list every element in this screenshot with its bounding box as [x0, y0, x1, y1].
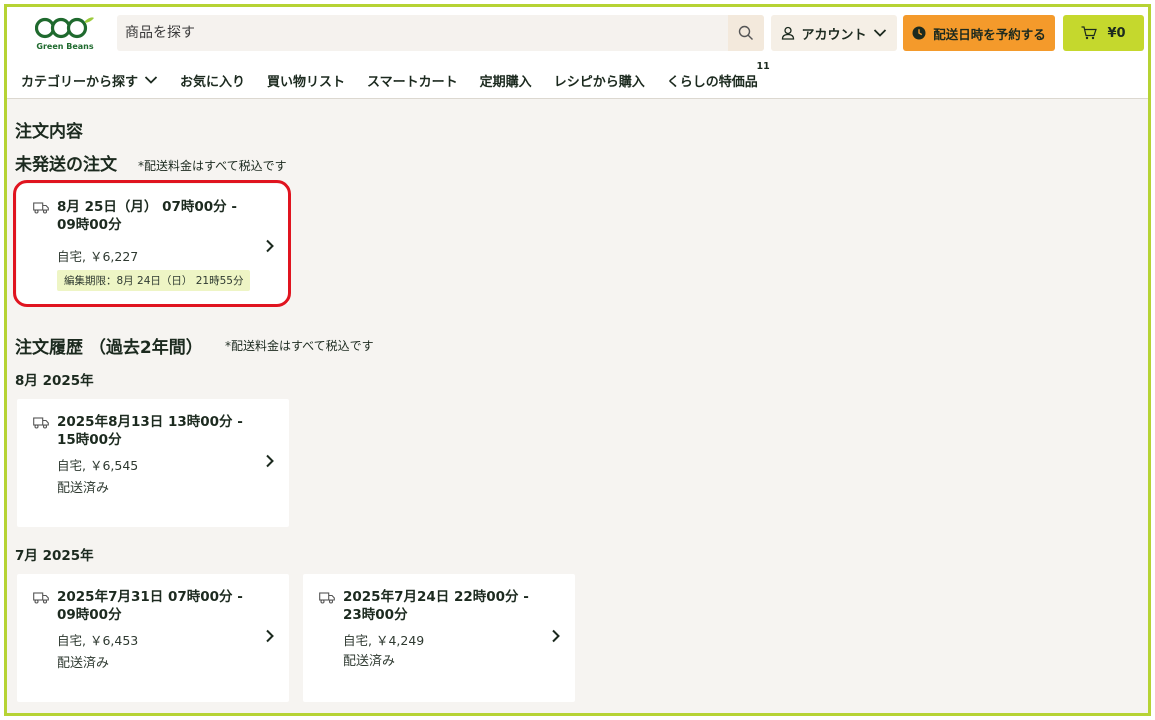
search-icon	[738, 25, 753, 40]
nav-item-label: レシピから購入	[553, 74, 645, 90]
nav-item-label: カテゴリーから探す	[21, 74, 139, 90]
order-status: 配送済み	[57, 481, 110, 496]
main-nav: カテゴリーから探す お気に入り 買い物リスト スマートカート 定期購入 レシピか…	[21, 61, 780, 91]
month-heading: 8月 2025年	[15, 373, 94, 389]
nav-item-label: スマートカート	[367, 74, 458, 90]
nav-item-label: くらしの特価品	[666, 74, 758, 90]
order-status: 配送済み	[343, 654, 396, 669]
nav-item-subscription[interactable]: 定期購入	[480, 71, 532, 90]
logo[interactable]: Green Beans	[33, 15, 97, 59]
history-order-card[interactable]: 2025年7月24日 22時00分 - 23時00分 自宅, ￥4,249 配送…	[303, 574, 575, 702]
order-delivery-window: 2025年8月13日 13時00分 - 15時00分	[57, 414, 243, 448]
account-label: アカウント	[801, 27, 867, 43]
deals-count-badge: 11	[756, 60, 770, 72]
chevron-right-icon	[266, 454, 274, 468]
site-header: Green Beans アカウント	[7, 7, 1148, 99]
history-order-card[interactable]: 2025年8月13日 13時00分 - 15時00分 自宅, ￥6,545 配送…	[17, 399, 289, 527]
pending-tax-note: *配送料金はすべて税込です	[138, 159, 287, 173]
chevron-right-icon	[266, 629, 274, 643]
nav-item-shopping-list[interactable]: 買い物リスト	[267, 71, 345, 90]
order-history-heading: 注文履歴 （過去2年間）	[15, 338, 203, 358]
cart-icon	[1081, 26, 1098, 40]
nav-item-categories[interactable]: カテゴリーから探す	[21, 71, 158, 90]
cart-total: ¥0	[1107, 25, 1126, 41]
nav-item-label: 買い物リスト	[267, 74, 346, 90]
nav-item-deals[interactable]: くらしの特価品 11	[666, 61, 770, 90]
nav-item-label: 定期購入	[479, 74, 532, 90]
chevron-right-icon	[552, 629, 560, 643]
order-delivery-window: 2025年7月31日 07時00分 - 09時00分	[57, 589, 243, 623]
reserve-delivery-button[interactable]: 配送日時を予約する	[903, 15, 1055, 51]
truck-icon	[33, 417, 49, 429]
reserve-label: 配送日時を予約する	[933, 26, 1046, 42]
search-input[interactable]	[117, 15, 727, 51]
chevron-down-icon	[144, 76, 158, 84]
order-address-price: 自宅, ￥6,227	[57, 249, 139, 264]
logo-text: Green Beans	[36, 42, 94, 51]
history-tax-note: *配送料金はすべて税込です	[225, 339, 374, 353]
app-window: Green Beans アカウント	[4, 4, 1151, 716]
order-delivery-window: 2025年7月24日 22時00分 - 23時00分	[343, 589, 529, 623]
nav-item-favorites[interactable]: お気に入り	[180, 71, 245, 90]
chevron-down-icon	[873, 29, 886, 37]
order-address-price: 自宅, ￥6,545	[57, 458, 139, 473]
truck-icon	[33, 592, 49, 604]
truck-icon	[33, 202, 49, 214]
green-beans-logo-icon	[35, 17, 94, 39]
history-order-card[interactable]: 2025年7月31日 07時00分 - 09時00分 自宅, ￥6,453 配送…	[17, 574, 289, 702]
pending-order-card[interactable]: 8月 25日（月） 07時00分 - 09時00分 自宅, ￥6,227 編集期…	[17, 184, 289, 304]
nav-item-smart-cart[interactable]: スマートカート	[367, 71, 458, 90]
order-status: 配送済み	[57, 656, 110, 671]
order-delivery-window: 8月 25日（月） 07時00分 - 09時00分	[57, 199, 237, 233]
page-title: 注文内容	[15, 122, 83, 142]
search-button[interactable]	[728, 15, 764, 51]
truck-icon	[319, 592, 335, 604]
clock-icon	[912, 26, 926, 40]
user-icon	[782, 26, 795, 40]
order-address-price: 自宅, ￥4,249	[343, 633, 425, 648]
pending-orders-heading: 未発送の注文	[15, 155, 117, 175]
nav-item-label: お気に入り	[180, 74, 246, 90]
nav-item-recipes[interactable]: レシピから購入	[554, 71, 645, 90]
account-button[interactable]: アカウント	[771, 15, 897, 51]
edit-deadline-tag: 編集期限：8月 24日（日） 21時55分	[57, 270, 251, 291]
order-address-price: 自宅, ￥6,453	[57, 633, 139, 648]
search-bar	[117, 15, 764, 51]
chevron-right-icon	[266, 239, 274, 253]
month-heading: 7月 2025年	[15, 548, 94, 564]
cart-button[interactable]: ¥0	[1063, 15, 1144, 51]
